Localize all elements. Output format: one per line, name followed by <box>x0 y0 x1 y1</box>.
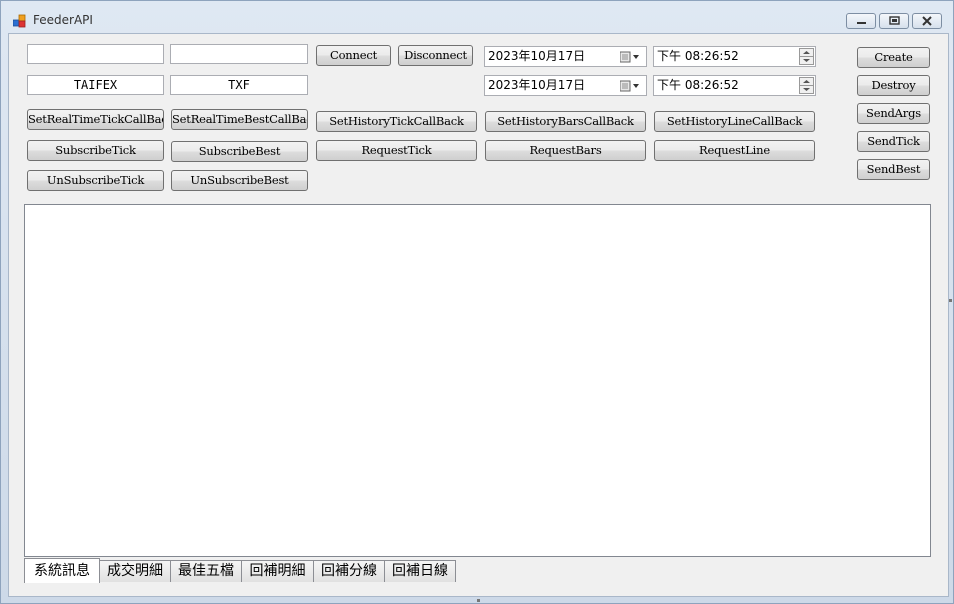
subscribe-best-button[interactable]: SubscribeBest <box>171 141 308 162</box>
end-date-picker[interactable]: 2023年10月17日 <box>484 75 647 96</box>
tab-history-minute-bars[interactable]: 回補分線 <box>313 560 385 582</box>
start-date-picker[interactable]: 2023年10月17日 <box>484 46 647 67</box>
tab-trade-details[interactable]: 成交明細 <box>99 560 171 582</box>
request-bars-button[interactable]: RequestBars <box>485 140 646 161</box>
send-best-button[interactable]: SendBest <box>857 159 930 180</box>
time-spinner-icon[interactable] <box>799 48 814 65</box>
message-log-panel[interactable] <box>24 204 931 557</box>
window-title: FeederAPI <box>33 13 93 27</box>
request-line-button[interactable]: RequestLine <box>654 140 815 161</box>
destroy-button[interactable]: Destroy <box>857 75 930 96</box>
end-time-value: 下午 08:26:52 <box>657 78 739 92</box>
start-time-value: 下午 08:26:52 <box>657 49 739 63</box>
unsubscribe-tick-button[interactable]: UnSubscribeTick <box>27 170 164 191</box>
subscribe-tick-button[interactable]: SubscribeTick <box>27 140 164 161</box>
client-area: TAIFEX TXF Connect Disconnect 2023年10月17… <box>8 33 949 597</box>
title-bar[interactable]: FeederAPI <box>1 1 953 33</box>
set-history-tick-callback-button[interactable]: SetHistoryTickCallBack <box>316 111 477 132</box>
restore-icon <box>889 16 900 25</box>
tab-history-daily-bars[interactable]: 回補日線 <box>384 560 456 582</box>
calendar-dropdown-icon[interactable] <box>619 79 642 98</box>
minimize-button[interactable] <box>846 13 876 29</box>
resize-grip-right[interactable] <box>949 299 952 302</box>
resize-grip-bottom[interactable] <box>477 599 480 602</box>
tab-history-details[interactable]: 回補明細 <box>241 560 314 582</box>
end-date-value: 2023年10月17日 <box>488 78 586 92</box>
close-button[interactable] <box>912 13 942 29</box>
symbol-input[interactable]: TXF <box>170 75 308 95</box>
set-realtime-tick-callback-button[interactable]: SetRealTimeTickCallBack <box>27 109 164 130</box>
create-button[interactable]: Create <box>857 47 930 68</box>
set-history-line-callback-button[interactable]: SetHistoryLineCallBack <box>654 111 815 132</box>
start-date-value: 2023年10月17日 <box>488 49 586 63</box>
unsubscribe-best-button[interactable]: UnSubscribeBest <box>171 170 308 191</box>
input-top-left-2[interactable] <box>170 44 308 64</box>
tab-system-messages[interactable]: 系統訊息 <box>24 558 100 583</box>
disconnect-button[interactable]: Disconnect <box>398 45 473 66</box>
time-spinner-icon[interactable] <box>799 77 814 94</box>
calendar-dropdown-icon[interactable] <box>619 50 642 69</box>
input-top-left-1[interactable] <box>27 44 164 64</box>
close-icon <box>922 16 932 26</box>
app-icon <box>12 13 27 28</box>
request-tick-button[interactable]: RequestTick <box>316 140 477 161</box>
set-realtime-best-callback-button[interactable]: SetRealTimeBestCallBack <box>171 109 308 130</box>
restore-button[interactable] <box>879 13 909 29</box>
exchange-input[interactable]: TAIFEX <box>27 75 164 95</box>
tab-best-five[interactable]: 最佳五檔 <box>170 560 242 582</box>
send-args-button[interactable]: SendArgs <box>857 103 930 124</box>
end-time-picker[interactable]: 下午 08:26:52 <box>653 75 816 96</box>
minimize-icon <box>857 22 866 24</box>
start-time-picker[interactable]: 下午 08:26:52 <box>653 46 816 67</box>
send-tick-button[interactable]: SendTick <box>857 131 930 152</box>
app-window: FeederAPI TAIFEX TXF Connect Disconnect … <box>0 0 954 604</box>
set-history-bars-callback-button[interactable]: SetHistoryBarsCallBack <box>485 111 646 132</box>
connect-button[interactable]: Connect <box>316 45 391 66</box>
